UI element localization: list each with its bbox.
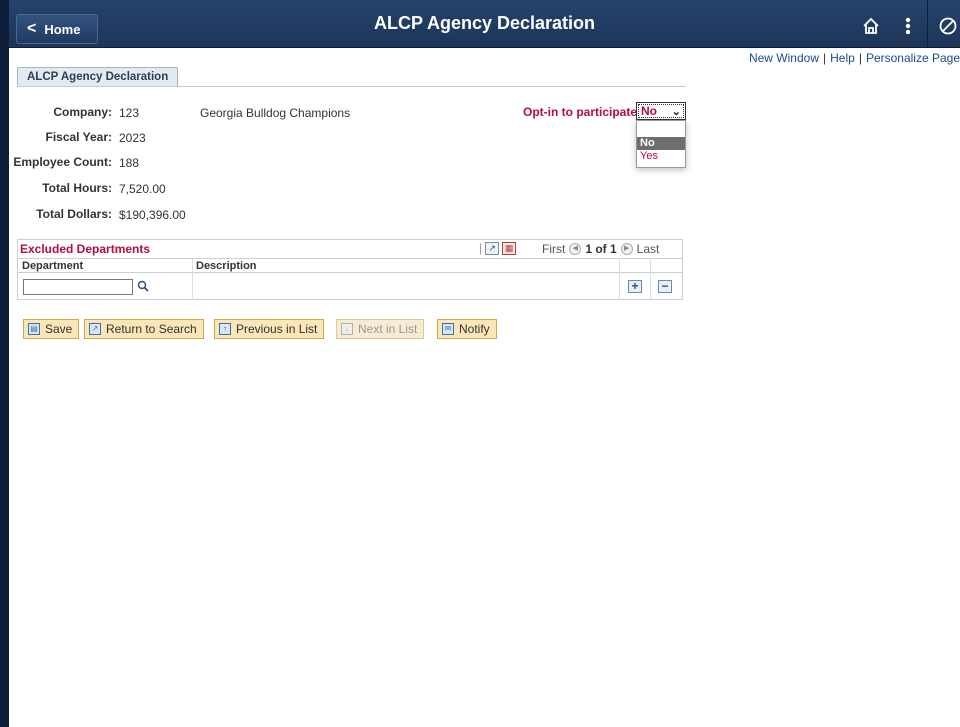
column-divider <box>650 258 651 300</box>
tab-alcp-agency-declaration[interactable]: ALCP Agency Declaration <box>17 67 179 87</box>
total-hours-label: Total Hours: <box>42 181 112 195</box>
department-input[interactable] <box>23 279 133 295</box>
company-name: Georgia Bulldog Champions <box>200 106 351 120</box>
top-banner: < Home ALCP Agency Declaration <box>9 0 960 48</box>
return-to-search-button[interactable]: ↗ Return to Search <box>84 319 204 339</box>
fiscal-year-value: 2023 <box>119 131 146 145</box>
optin-label: Opt-in to participate: <box>523 105 641 119</box>
previous-list-icon: ↑ <box>219 323 231 335</box>
next-row-icon[interactable]: ▶ <box>620 243 633 255</box>
grid-title: Excluded Departments <box>20 242 151 256</box>
lookup-icon[interactable] <box>136 278 150 294</box>
nav-last-link[interactable]: Last <box>637 242 660 256</box>
col-description: Description <box>196 260 257 272</box>
more-vertical-icon[interactable] <box>898 14 918 38</box>
dropdown-option-no[interactable]: No <box>637 137 685 150</box>
fiscal-year-label: Fiscal Year: <box>45 130 113 144</box>
column-divider <box>619 258 620 300</box>
grid-header-row: Department Description <box>18 258 682 273</box>
chevron-down-icon: ⌄ <box>671 106 681 118</box>
notify-icon: ✉ <box>442 323 454 335</box>
link-separator: | <box>858 51 862 65</box>
column-divider <box>192 258 193 300</box>
notify-label: Notify <box>459 322 490 336</box>
personalize-page-link[interactable]: Personalize Page <box>866 51 960 65</box>
return-to-search-label: Return to Search <box>106 322 197 336</box>
col-department: Department <box>22 260 84 272</box>
return-search-icon: ↗ <box>89 323 101 335</box>
next-list-icon: ↓ <box>341 323 353 335</box>
optin-dropdown: No Yes <box>636 120 686 168</box>
save-button[interactable]: ▤ Save <box>23 319 80 339</box>
add-row-icon[interactable]: + <box>628 280 642 293</box>
save-button-label: Save <box>45 322 73 336</box>
page-title: ALCP Agency Declaration <box>373 13 596 33</box>
employee-count-value: 188 <box>119 156 140 170</box>
previous-in-list-label: Previous in List <box>236 322 318 336</box>
dropdown-blank-option[interactable] <box>637 121 685 137</box>
total-dollars-label: Total Dollars: <box>36 207 112 221</box>
excluded-departments-grid: Excluded Departments | ↗ ▦ First ◀ 1 of … <box>17 239 683 300</box>
delete-row-icon[interactable]: − <box>658 280 672 293</box>
download-excel-icon[interactable]: ▦ <box>502 241 517 255</box>
optin-selected-value: No <box>641 104 657 118</box>
dropdown-option-yes[interactable]: Yes <box>637 150 685 163</box>
new-window-link[interactable]: New Window <box>749 51 819 65</box>
page-links: New Window | Help | Personalize Page <box>749 51 960 65</box>
link-separator: | <box>823 51 827 65</box>
grid-pagination: First ◀ 1 of 1 ▶ Last <box>542 242 659 256</box>
save-icon: ▤ <box>28 323 40 335</box>
toolbar-divider: | <box>479 241 483 255</box>
company-label: Company: <box>53 105 112 119</box>
optin-select[interactable]: No ⌄ <box>636 102 686 120</box>
topbar-divider <box>927 0 928 48</box>
total-hours-value: 7,520.00 <box>119 182 166 196</box>
grid-toolbar: | ↗ ▦ <box>479 241 517 255</box>
zoom-grid-icon[interactable]: ↗ <box>485 241 500 255</box>
previous-in-list-button[interactable]: ↑ Previous in List <box>214 319 325 339</box>
next-in-list-button[interactable]: ↓ Next in List <box>336 319 425 339</box>
nav-bar-icon[interactable] <box>936 14 960 38</box>
previous-row-icon[interactable]: ◀ <box>569 243 582 255</box>
total-dollars-value: $190,396.00 <box>119 208 186 222</box>
company-value: 123 <box>119 106 140 120</box>
notify-button[interactable]: ✉ Notify <box>437 319 497 339</box>
help-link[interactable]: Help <box>830 51 855 65</box>
employee-count-label: Employee Count: <box>13 155 112 169</box>
next-in-list-label: Next in List <box>358 322 418 336</box>
tab-underline <box>17 86 686 87</box>
row-count: 1 of 1 <box>585 242 617 256</box>
home-icon[interactable] <box>859 14 883 38</box>
nav-first-link[interactable]: First <box>542 242 565 256</box>
